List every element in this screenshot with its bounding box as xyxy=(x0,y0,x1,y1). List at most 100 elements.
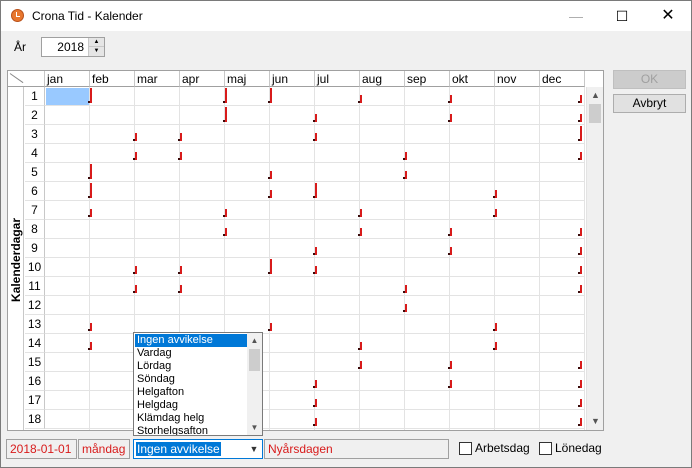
dropdown-scrollbar[interactable]: ▲ ▼ xyxy=(247,333,262,435)
day-marker-icon xyxy=(133,152,137,160)
chevron-down-icon[interactable]: ▼ xyxy=(246,440,262,458)
deviation-value[interactable]: Ingen avvikelse xyxy=(136,442,221,456)
side-label-text: Kalenderdagar xyxy=(8,217,23,302)
month-header-okt: okt xyxy=(450,71,495,87)
day-marker-icon xyxy=(88,88,92,103)
close-button[interactable]: ✕ xyxy=(645,1,691,31)
day-marker-icon xyxy=(313,266,317,274)
day-number: 13 xyxy=(25,315,45,334)
day-number: 6 xyxy=(25,182,45,201)
day-marker-icon xyxy=(313,183,317,198)
minimize-button[interactable]: — xyxy=(553,1,599,31)
year-spinner[interactable]: 2018 ▲ ▼ xyxy=(41,37,105,57)
scroll-up-arrow-icon[interactable]: ▲ xyxy=(587,87,603,104)
day-marker-icon xyxy=(133,285,137,293)
spin-up-button[interactable]: ▲ xyxy=(89,38,104,47)
grid-row-line xyxy=(45,124,585,125)
grid-row-line xyxy=(45,162,585,163)
grid-row-line xyxy=(45,105,585,106)
month-header-mar: mar xyxy=(135,71,180,87)
dropdown-scroll-down-icon[interactable]: ▼ xyxy=(247,420,262,435)
day-marker-icon xyxy=(578,247,582,255)
day-marker-icon xyxy=(88,342,92,350)
day-marker-icon xyxy=(448,361,452,369)
workday-checkbox-label: Arbetsdag xyxy=(475,441,530,455)
dropdown-option[interactable]: Klämdag helg xyxy=(135,412,247,425)
dropdown-option[interactable]: Helgafton xyxy=(135,386,247,399)
day-number: 4 xyxy=(25,144,45,163)
dropdown-scroll-thumb[interactable] xyxy=(249,349,260,371)
month-header-jan: jan xyxy=(45,71,90,87)
dropdown-option[interactable]: Storhelgsafton xyxy=(135,425,247,435)
day-marker-icon xyxy=(88,183,92,198)
month-header-apr: apr xyxy=(180,71,225,87)
payday-checkbox-label: Lönedag xyxy=(555,441,602,455)
ok-button[interactable]: OK xyxy=(613,70,686,89)
day-marker-icon xyxy=(223,209,227,217)
day-marker-icon xyxy=(578,418,582,426)
calendar-grid[interactable]: Kalenderdagar ▲ ▼ jan feb mar apr maj jun jul a… xyxy=(7,70,604,431)
day-marker-icon xyxy=(223,228,227,236)
day-number: 2 xyxy=(25,106,45,125)
maximize-button[interactable]: ☐ xyxy=(599,1,645,31)
day-marker-icon xyxy=(358,209,362,217)
day-marker-icon xyxy=(313,133,317,141)
day-marker-icon xyxy=(268,190,272,198)
day-marker-icon xyxy=(178,285,182,293)
grid-row-line xyxy=(45,409,585,410)
day-marker-icon xyxy=(358,95,362,103)
day-marker-icon xyxy=(223,88,227,103)
day-number: 16 xyxy=(25,372,45,391)
day-marker-icon xyxy=(493,190,497,198)
scroll-thumb[interactable] xyxy=(589,104,601,123)
workday-checkbox-box[interactable] xyxy=(459,442,472,455)
grid-column-line xyxy=(404,87,405,430)
month-header-feb: feb xyxy=(90,71,135,87)
window-title: Crona Tid - Kalender xyxy=(32,9,143,23)
grid-row-line xyxy=(45,314,585,315)
day-marker-icon xyxy=(403,171,407,179)
status-date: 2018-01-01 xyxy=(6,439,77,459)
year-value[interactable]: 2018 xyxy=(57,40,84,54)
dropdown-option[interactable]: Söndag xyxy=(135,373,247,386)
day-marker-icon xyxy=(88,209,92,217)
day-marker-icon xyxy=(358,228,362,236)
cancel-button[interactable]: Avbryt xyxy=(613,94,686,113)
dropdown-option[interactable]: Helgdag xyxy=(135,399,247,412)
day-marker-icon xyxy=(578,399,582,407)
day-marker-icon xyxy=(88,164,92,179)
payday-checkbox-box[interactable] xyxy=(539,442,552,455)
side-label: Kalenderdagar xyxy=(8,87,24,430)
spin-down-button[interactable]: ▼ xyxy=(89,47,104,56)
day-marker-icon xyxy=(578,114,582,122)
deviation-dropdown-list[interactable]: ▲ ▼ Ingen avvikelse Vardag Lördag Söndag Hel… xyxy=(133,332,263,436)
grid-vertical-scrollbar[interactable]: ▲ ▼ xyxy=(586,87,603,430)
day-number: 10 xyxy=(25,258,45,277)
day-marker-icon xyxy=(403,304,407,312)
grid-row-line xyxy=(45,181,585,182)
dropdown-option[interactable]: Vardag xyxy=(135,347,247,360)
day-marker-icon xyxy=(313,247,317,255)
day-marker-icon xyxy=(178,152,182,160)
day-number: 1 xyxy=(25,87,45,106)
grid-row-line xyxy=(45,352,585,353)
day-marker-icon xyxy=(268,259,272,274)
day-marker-icon xyxy=(223,107,227,122)
day-number: 5 xyxy=(25,163,45,182)
grid-row-line xyxy=(45,238,585,239)
dropdown-option[interactable]: Lördag xyxy=(135,360,247,373)
deviation-combobox[interactable]: Ingen avvikelse ▼ xyxy=(133,439,263,459)
dropdown-option[interactable]: Ingen avvikelse xyxy=(135,334,247,347)
day-number: 9 xyxy=(25,239,45,258)
day-marker-icon xyxy=(178,266,182,274)
day-marker-icon xyxy=(578,380,582,388)
day-number: 8 xyxy=(25,220,45,239)
day-marker-icon xyxy=(358,342,362,350)
dropdown-scroll-up-icon[interactable]: ▲ xyxy=(247,333,262,348)
grid-row-line xyxy=(45,295,585,296)
selected-cell[interactable] xyxy=(46,88,90,106)
day-number: 17 xyxy=(25,391,45,410)
day-marker-icon xyxy=(578,126,582,141)
title-bar: Crona Tid - Kalender — ☐ ✕ xyxy=(1,1,691,31)
scroll-down-arrow-icon[interactable]: ▼ xyxy=(587,413,603,430)
